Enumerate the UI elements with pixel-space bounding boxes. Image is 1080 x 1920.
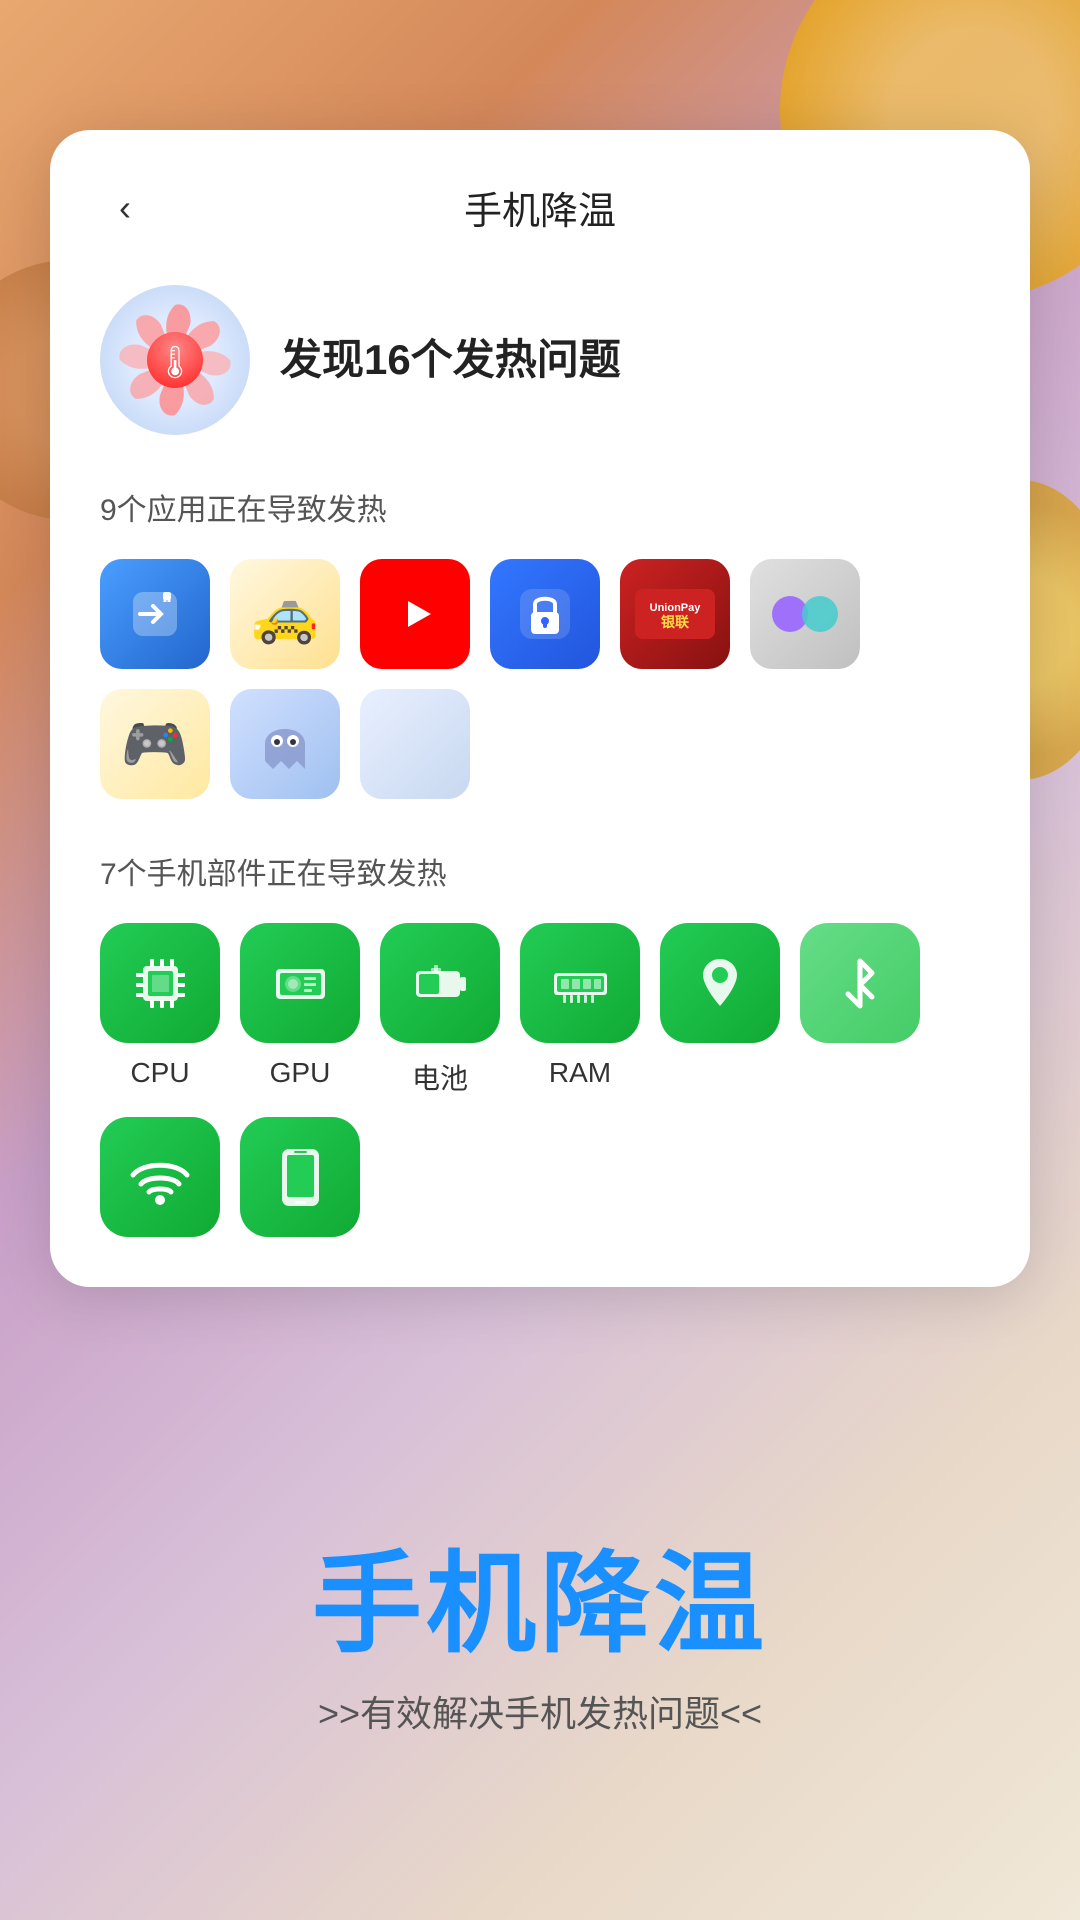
migrate-app-icon[interactable] bbox=[100, 559, 210, 669]
ram-svg bbox=[548, 951, 613, 1016]
taxi-emoji: 🚕 bbox=[251, 582, 319, 647]
gpu-svg bbox=[268, 951, 333, 1016]
back-button[interactable]: ‹ bbox=[100, 183, 150, 233]
subtitle: >>有效解决手机发热问题<< bbox=[318, 1685, 762, 1737]
circles-svg bbox=[770, 594, 840, 634]
back-icon: ‹ bbox=[119, 187, 131, 229]
bluetooth-svg bbox=[840, 951, 880, 1016]
cpu-label: CPU bbox=[130, 1057, 189, 1089]
svg-text:银联: 银联 bbox=[661, 614, 690, 630]
big-title: 手机降温 bbox=[312, 1544, 768, 1665]
page-title: 手机降温 bbox=[464, 180, 616, 235]
screen-component[interactable] bbox=[240, 1117, 360, 1237]
components-grid: CPU GPU bbox=[100, 923, 980, 1237]
unionpay-svg: UnionPay 银联 bbox=[635, 589, 715, 639]
battery-svg bbox=[408, 951, 473, 1016]
ghost-svg bbox=[255, 709, 315, 779]
location-svg bbox=[693, 951, 748, 1016]
apps-section-label: 9个应用正在导致发热 bbox=[100, 485, 980, 529]
cpu-component[interactable]: CPU bbox=[100, 923, 220, 1097]
wifi-component[interactable] bbox=[100, 1117, 220, 1237]
svg-text:UnionPay: UnionPay bbox=[650, 602, 702, 614]
unionpay-app-icon[interactable]: UnionPay 银联 bbox=[620, 559, 730, 669]
cpu-svg bbox=[128, 951, 193, 1016]
gamepad-emoji: 🎮 bbox=[121, 712, 189, 777]
components-section-label: 7个手机部件正在导致发热 bbox=[100, 849, 980, 893]
gpu-icon bbox=[240, 923, 360, 1043]
battery-component[interactable]: 电池 bbox=[380, 923, 500, 1097]
card-header: ‹ 手机降温 bbox=[100, 180, 980, 235]
screen-svg bbox=[278, 1145, 323, 1210]
wifi-icon bbox=[100, 1117, 220, 1237]
battery-icon bbox=[380, 923, 500, 1043]
bluetooth-icon bbox=[800, 923, 920, 1043]
ghost-app-icon[interactable] bbox=[230, 689, 340, 799]
gpu-component[interactable]: GPU bbox=[240, 923, 360, 1097]
screen-icon bbox=[240, 1117, 360, 1237]
placeholder-app-icon[interactable] bbox=[360, 689, 470, 799]
cpu-icon bbox=[100, 923, 220, 1043]
lock-app-icon[interactable] bbox=[490, 559, 600, 669]
bottom-section: 手机降温 >>有效解决手机发热问题<< bbox=[0, 1360, 1080, 1920]
ram-icon bbox=[520, 923, 640, 1043]
location-icon bbox=[660, 923, 780, 1043]
youtube-app-icon[interactable] bbox=[360, 559, 470, 669]
migrate-svg bbox=[125, 584, 185, 644]
youtube-svg bbox=[383, 589, 448, 639]
wifi-svg bbox=[125, 1150, 195, 1205]
circles-app-icon[interactable] bbox=[750, 559, 860, 669]
location-component[interactable] bbox=[660, 923, 780, 1097]
main-card: ‹ 手机降温 bbox=[50, 130, 1030, 1287]
taxi-app-icon[interactable]: 🚕 bbox=[230, 559, 340, 669]
heat-issues-text: 发现16个发热问题 bbox=[280, 333, 621, 388]
battery-label: 电池 bbox=[412, 1057, 468, 1097]
gamepad-app-icon[interactable]: 🎮 bbox=[100, 689, 210, 799]
bluetooth-component[interactable] bbox=[800, 923, 920, 1097]
lock-svg bbox=[515, 584, 575, 644]
fan-icon: 🌡 bbox=[100, 285, 250, 435]
fan-blades-svg: 🌡 bbox=[100, 285, 250, 435]
gpu-label: GPU bbox=[270, 1057, 331, 1089]
ram-label: RAM bbox=[549, 1057, 611, 1089]
apps-grid: 🚕 UnionPay 银联 bbox=[100, 559, 980, 799]
heat-section: 🌡 发现16个发热问题 bbox=[100, 285, 980, 435]
fan-background: 🌡 bbox=[100, 285, 250, 435]
ram-component[interactable]: RAM bbox=[520, 923, 640, 1097]
components-section: 7个手机部件正在导致发热 bbox=[100, 849, 980, 1237]
svg-text:🌡: 🌡 bbox=[155, 344, 196, 380]
